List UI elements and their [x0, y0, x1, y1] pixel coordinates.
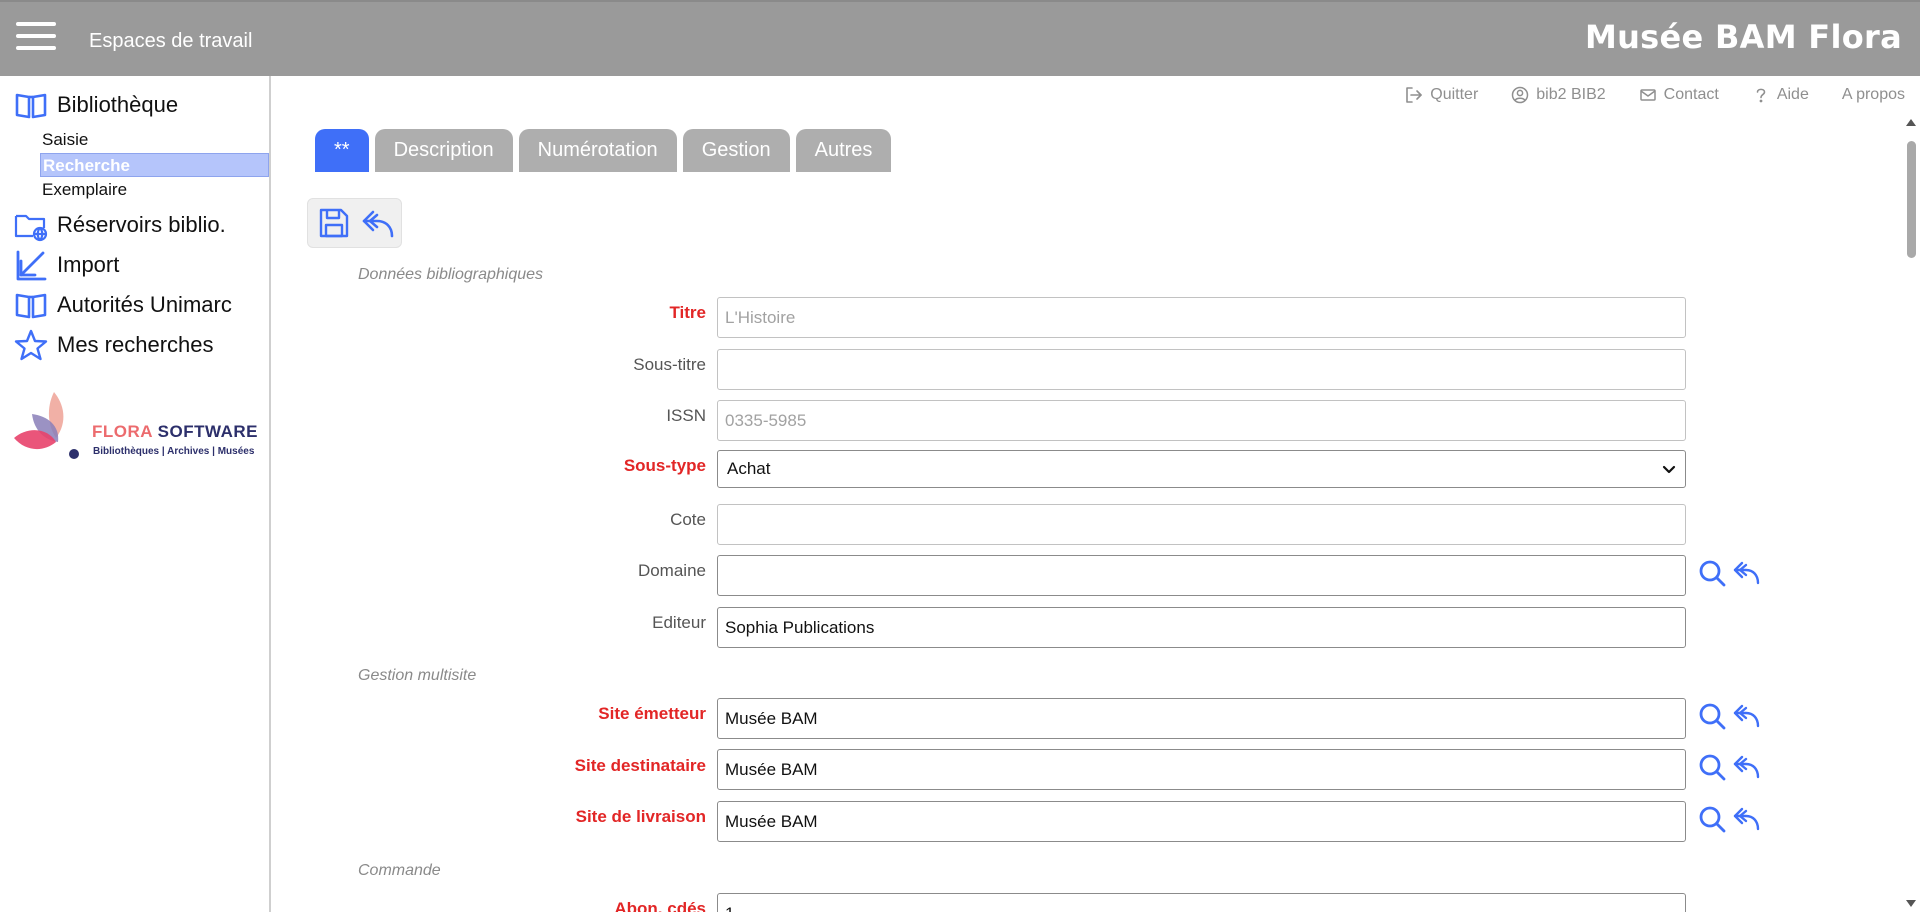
label-domaine: Domaine [637, 561, 706, 580]
label-sous-type: Sous-type [623, 456, 706, 475]
search-icon[interactable] [1698, 805, 1726, 833]
search-icon[interactable] [1698, 753, 1726, 781]
label-editeur: Editeur [652, 613, 706, 632]
import-arrow-icon [16, 250, 47, 281]
section-commande: Commande [358, 862, 441, 879]
quit-link[interactable]: Quitter [1405, 86, 1478, 104]
contact-link[interactable]: Contact [1639, 86, 1719, 104]
sidebar-item-reservoirs[interactable]: Réservoirs biblio. [14, 208, 226, 242]
abon-cdes-input[interactable] [717, 893, 1686, 912]
label-issn: ISSN [666, 406, 706, 425]
domaine-actions [1698, 559, 1760, 587]
sidebar-sub-exemplaire[interactable]: Exemplaire [40, 178, 269, 202]
sous-titre-input[interactable] [717, 349, 1686, 390]
sidebar: Bibliothèque Saisie Recherche Exemplaire… [0, 76, 271, 912]
hamburger-menu-icon[interactable] [16, 22, 56, 54]
page-scrollbar[interactable] [1904, 116, 1918, 912]
site-emetteur-input[interactable] [717, 698, 1686, 739]
scroll-down-arrow-icon[interactable] [1906, 900, 1916, 907]
logout-icon [1406, 87, 1423, 103]
label-cote: Cote [670, 510, 706, 529]
logo-tagline: Bibliothèques | Archives | Musées [93, 446, 255, 457]
about-link[interactable]: A propos [1842, 86, 1905, 104]
domaine-input[interactable] [717, 555, 1686, 596]
help-link[interactable]: Aide [1752, 86, 1809, 104]
sous-type-select[interactable]: Achat [717, 450, 1686, 488]
workspaces-link[interactable]: Espaces de travail [89, 30, 252, 53]
top-bar: Espaces de travail Musée BAM Flora [0, 0, 1920, 76]
logo-wordmark: FLORA SOFTWARE [92, 422, 258, 441]
label-site-destinataire: Site destinataire [574, 756, 706, 775]
tab-description[interactable]: Description [374, 129, 513, 172]
undo-icon[interactable] [1732, 559, 1760, 587]
editeur-input[interactable] [717, 607, 1686, 648]
label-site-livraison: Site de livraison [575, 807, 706, 826]
issn-input[interactable] [717, 400, 1686, 441]
section-biblio: Données bibliographiques [358, 266, 544, 283]
question-mark-icon [1756, 88, 1766, 103]
site-livraison-input[interactable] [717, 801, 1686, 842]
label-abon-cdes: Abon. cdés [614, 899, 706, 912]
scrollbar-thumb[interactable] [1907, 141, 1916, 258]
cote-input[interactable] [717, 504, 1686, 545]
envelope-icon [1639, 89, 1656, 101]
label-sous-titre: Sous-titre [633, 355, 706, 374]
book-icon [15, 93, 47, 119]
site-livraison-actions [1698, 805, 1760, 833]
chevron-down-icon [1662, 465, 1676, 474]
book-icon [15, 293, 47, 319]
tab-all[interactable]: ** [315, 129, 369, 172]
undo-icon[interactable] [1732, 702, 1760, 730]
label-site-emetteur: Site émetteur [598, 704, 706, 723]
section-multisite: Gestion multisite [358, 667, 477, 684]
save-icon[interactable] [317, 206, 351, 240]
search-icon[interactable] [1698, 559, 1726, 587]
sidebar-item-label: Réservoirs biblio. [57, 212, 226, 237]
user-circle-icon [1512, 86, 1529, 104]
undo-icon[interactable] [1732, 805, 1760, 833]
folder-globe-icon [14, 214, 48, 242]
tab-autres[interactable]: Autres [795, 129, 892, 172]
sidebar-item-label: Autorités Unimarc [57, 292, 232, 317]
utility-links: Quitter bib2 BIB2 Contact Aide A propos [1405, 86, 1905, 104]
site-emetteur-actions [1698, 702, 1760, 730]
undo-icon[interactable] [361, 206, 395, 240]
sidebar-item-autorites[interactable]: Autorités Unimarc [14, 288, 232, 322]
tab-numerotation[interactable]: Numérotation [518, 129, 677, 172]
flora-software-logo: FLORA SOFTWARE Bibliothèques | Archives … [12, 386, 262, 466]
sidebar-sub-recherche[interactable]: Recherche [40, 153, 269, 177]
user-link[interactable]: bib2 BIB2 [1511, 86, 1606, 104]
sidebar-item-mes-recherches[interactable]: Mes recherches [14, 328, 214, 362]
undo-icon[interactable] [1732, 753, 1760, 781]
sidebar-item-label: Import [57, 252, 120, 277]
sidebar-item-label: Bibliothèque [57, 92, 179, 117]
site-destinataire-actions [1698, 753, 1760, 781]
sous-type-value: Achat [727, 459, 771, 478]
scroll-up-arrow-icon[interactable] [1906, 119, 1916, 126]
flora-flower-icon [14, 392, 79, 459]
app-brand-title: Musée BAM Flora [1584, 18, 1902, 56]
record-tabs: ** Description Numérotation Gestion Autr… [315, 129, 892, 172]
sidebar-item-import[interactable]: Import [14, 248, 119, 282]
search-icon[interactable] [1698, 702, 1726, 730]
label-titre: Titre [669, 303, 706, 322]
site-destinataire-input[interactable] [717, 749, 1686, 790]
sidebar-item-label: Mes recherches [57, 332, 214, 357]
titre-input[interactable] [717, 297, 1686, 338]
form-toolbar [307, 198, 402, 248]
star-icon [14, 329, 48, 361]
sidebar-item-bibliotheque[interactable]: Bibliothèque [14, 88, 178, 122]
tab-gestion[interactable]: Gestion [682, 129, 790, 172]
sidebar-sub-saisie[interactable]: Saisie [40, 128, 269, 152]
